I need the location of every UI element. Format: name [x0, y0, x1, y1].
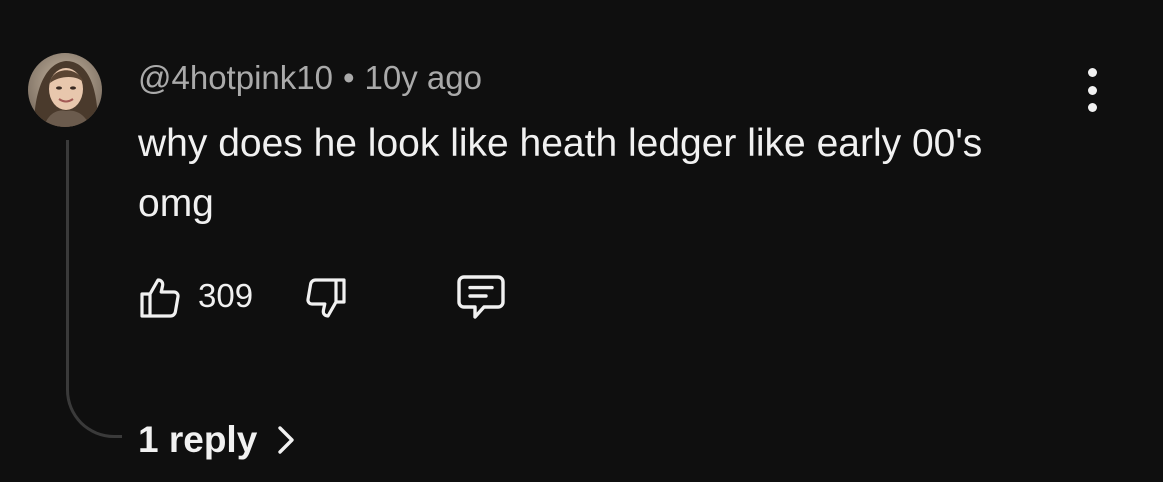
- reply-button[interactable]: [454, 272, 508, 322]
- chevron-right-icon: [278, 426, 294, 454]
- replies-label: 1 reply: [138, 419, 258, 460]
- like-count: 309: [198, 277, 254, 314]
- view-replies-button[interactable]: 1 reply: [138, 418, 297, 462]
- username[interactable]: @4hotpink10: [138, 59, 333, 96]
- like-button[interactable]: [136, 274, 184, 322]
- more-options-button[interactable]: [1072, 68, 1112, 112]
- comment-actions: 309: [136, 270, 536, 322]
- thumbs-up-icon: [140, 278, 180, 318]
- avatar[interactable]: [28, 53, 102, 127]
- comment-text: why does he look like heath ledger like …: [138, 122, 983, 225]
- comment-icon: [457, 275, 505, 319]
- more-vertical-icon-dot: [1087, 103, 1097, 112]
- more-vertical-icon-dot: [1087, 85, 1097, 95]
- separator-dot: •: [342, 59, 355, 96]
- comment-header: @4hotpink10 • 10y ago: [138, 58, 482, 98]
- thumbs-down-icon: [306, 278, 346, 318]
- timestamp: 10y ago: [364, 59, 482, 96]
- avatar-image: [28, 53, 102, 127]
- dislike-button[interactable]: [302, 274, 350, 322]
- more-vertical-icon-dot: [1087, 68, 1097, 77]
- thread-connector-line: [66, 140, 122, 438]
